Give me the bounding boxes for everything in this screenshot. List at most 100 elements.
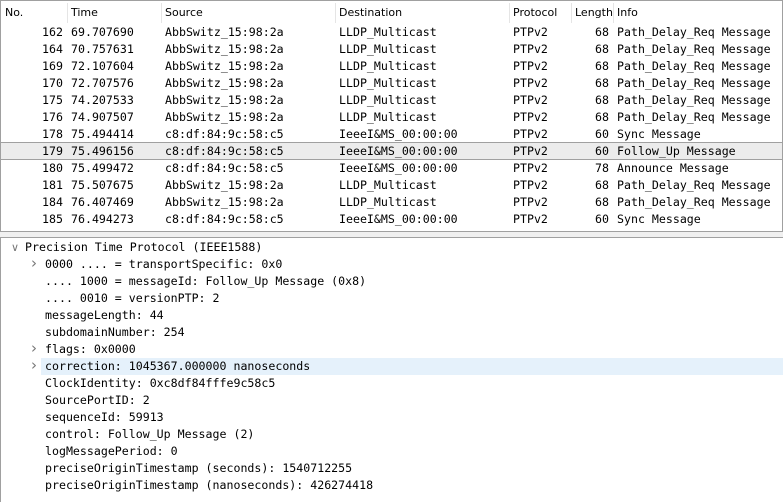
detail-text: messageLength: 44 [45,308,164,322]
column-header-destination[interactable]: Destination [339,6,402,19]
packet-source: AbbSwitz_15:98:2a [165,42,284,56]
packet-no: 164 [42,42,63,56]
packet-destination: LLDP_Multicast [339,76,437,90]
packet-row[interactable]: 162 69.707690 AbbSwitz_15:98:2a LLDP_Multic… [1,24,782,41]
column-header-no[interactable]: No. [5,6,23,19]
packet-row[interactable]: 164 70.757631 AbbSwitz_15:98:2a LLDP_Multic… [1,41,782,58]
packet-row[interactable]: 170 72.707576 AbbSwitz_15:98:2a LLDP_Multic… [1,75,782,92]
chevron-down-icon[interactable]: ∨ [11,239,19,256]
packet-list-header: No. Time Source Destination Protocol Len… [1,1,782,24]
detail-tree-item[interactable]: SourcePortID: 2 [1,392,783,409]
packet-no: 170 [42,76,63,90]
detail-text: preciseOriginTimestamp (nanoseconds): 42… [45,478,374,492]
packet-row[interactable]: 169 72.107604 AbbSwitz_15:98:2a LLDP_Multic… [1,58,782,75]
packet-time: 75.499472 [71,161,134,175]
packet-no: 180 [42,161,63,175]
packet-row[interactable]: 176 74.907507 AbbSwitz_15:98:2a LLDP_Multic… [1,109,782,126]
packet-no: 179 [42,144,63,158]
packet-info: Sync Message [617,212,701,226]
packet-time: 75.507675 [71,178,134,192]
detail-tree-item[interactable]: sequenceId: 59913 [1,409,783,426]
packet-protocol: PTPv2 [513,93,548,107]
column-header-info[interactable]: Info [617,6,638,19]
detail-tree-item[interactable]: › 0000 .... = transportSpecific: 0x0 [1,255,783,273]
packet-time: 75.494414 [71,127,134,141]
packet-info: Path_Delay_Req Message [617,195,771,209]
packet-time: 76.494273 [71,212,134,226]
column-header-time[interactable]: Time [71,6,98,19]
detail-text: 0000 .... = transportSpecific: 0x0 [45,257,283,271]
packet-list[interactable]: No. Time Source Destination Protocol Len… [0,0,783,232]
packet-protocol: PTPv2 [513,161,548,175]
packet-row[interactable]: 178 75.494414 c8:df:84:9c:58:c5 IeeeI&MS_00… [1,126,782,143]
packet-source: AbbSwitz_15:98:2a [165,178,284,192]
chevron-right-icon[interactable]: › [31,340,37,357]
packet-destination: LLDP_Multicast [339,195,437,209]
packet-protocol: PTPv2 [513,178,548,192]
packet-destination: IeeeI&MS_00:00:00 [339,144,458,158]
packet-row[interactable]: 175 74.207533 AbbSwitz_15:98:2a LLDP_Multic… [1,92,782,109]
detail-tree-item[interactable]: .... 1000 = messageId: Follow_Up Message… [1,273,783,290]
detail-text: sequenceId: 59913 [45,410,164,424]
chevron-right-icon[interactable]: › [31,357,37,374]
packet-length: 68 [595,42,609,56]
column-header-length[interactable]: Length [575,6,613,19]
packet-info: Announce Message [617,161,729,175]
packet-info: Path_Delay_Req Message [617,25,771,39]
detail-text: logMessagePeriod: 0 [45,444,178,458]
detail-tree-item[interactable]: › correction: 1045367.000000 nanoseconds [1,357,783,375]
packet-row[interactable]: 181 75.507675 AbbSwitz_15:98:2a LLDP_Multic… [1,177,782,194]
packet-time: 70.757631 [71,42,134,56]
packet-row[interactable]: 184 76.407469 AbbSwitz_15:98:2a LLDP_Multic… [1,194,782,211]
detail-tree-item[interactable]: preciseOriginTimestamp (seconds): 154071… [1,460,783,477]
detail-tree-item[interactable]: messageLength: 44 [1,307,783,324]
packet-row[interactable]: 180 75.499472 c8:df:84:9c:58:c5 IeeeI&MS_00… [1,160,782,177]
packet-time: 74.207533 [71,93,134,107]
detail-text: subdomainNumber: 254 [45,325,185,339]
packet-row[interactable]: 179 75.496156 c8:df:84:9c:58:c5 IeeeI&MS_00… [1,142,782,160]
detail-tree-item[interactable]: .... 0010 = versionPTP: 2 [1,290,783,307]
packet-source: c8:df:84:9c:58:c5 [165,212,284,226]
packet-source: c8:df:84:9c:58:c5 [165,161,284,175]
packet-time: 72.707576 [71,76,134,90]
detail-text: ClockIdentity: 0xc8df84fffe9c58c5 [45,376,276,390]
detail-tree-item[interactable]: subdomainNumber: 254 [1,324,783,341]
detail-tree-item[interactable]: preciseOriginTimestamp (nanoseconds): 42… [1,477,783,494]
packet-info: Follow_Up Message [617,144,736,158]
packet-protocol: PTPv2 [513,212,548,226]
packet-time: 69.707690 [71,25,134,39]
packet-protocol: PTPv2 [513,195,548,209]
packet-info: Path_Delay_Req Message [617,59,771,73]
packet-source: AbbSwitz_15:98:2a [165,93,284,107]
packet-time: 76.407469 [71,195,134,209]
detail-text: correction: 1045367.000000 nanoseconds [41,358,783,375]
packet-protocol: PTPv2 [513,42,548,56]
packet-destination: LLDP_Multicast [339,25,437,39]
packet-length: 60 [595,127,609,141]
packet-source: AbbSwitz_15:98:2a [165,25,284,39]
detail-text: preciseOriginTimestamp (seconds): 154071… [45,461,353,475]
packet-no: 169 [42,59,63,73]
detail-text: flags: 0x0000 [45,342,136,356]
packet-time: 75.496156 [71,144,134,158]
detail-tree-item[interactable]: › flags: 0x0000 [1,340,783,358]
packet-details-pane[interactable]: ∨ Precision Time Protocol (IEEE1588) › 0000… [0,238,783,502]
detail-tree-item[interactable]: control: Follow_Up Message (2) [1,426,783,443]
column-header-protocol[interactable]: Protocol [513,6,557,19]
detail-tree-item[interactable]: logMessagePeriod: 0 [1,443,783,460]
packet-info: Path_Delay_Req Message [617,93,771,107]
chevron-right-icon[interactable]: › [31,255,37,272]
packet-length: 60 [595,212,609,226]
packet-destination: LLDP_Multicast [339,178,437,192]
detail-text: SourcePortID: 2 [45,393,150,407]
detail-tree-item[interactable]: ∨ Precision Time Protocol (IEEE1588) [1,239,783,256]
detail-tree-item[interactable]: ClockIdentity: 0xc8df84fffe9c58c5 [1,375,783,392]
packet-protocol: PTPv2 [513,127,548,141]
packet-row[interactable]: 185 76.494273 c8:df:84:9c:58:c5 IeeeI&MS_00… [1,211,782,228]
packet-info: Path_Delay_Req Message [617,76,771,90]
detail-text: Precision Time Protocol (IEEE1588) [25,240,263,254]
packet-source: c8:df:84:9c:58:c5 [165,144,284,158]
column-header-source[interactable]: Source [165,6,203,19]
packet-info: Path_Delay_Req Message [617,110,771,124]
packet-length: 60 [595,144,609,158]
